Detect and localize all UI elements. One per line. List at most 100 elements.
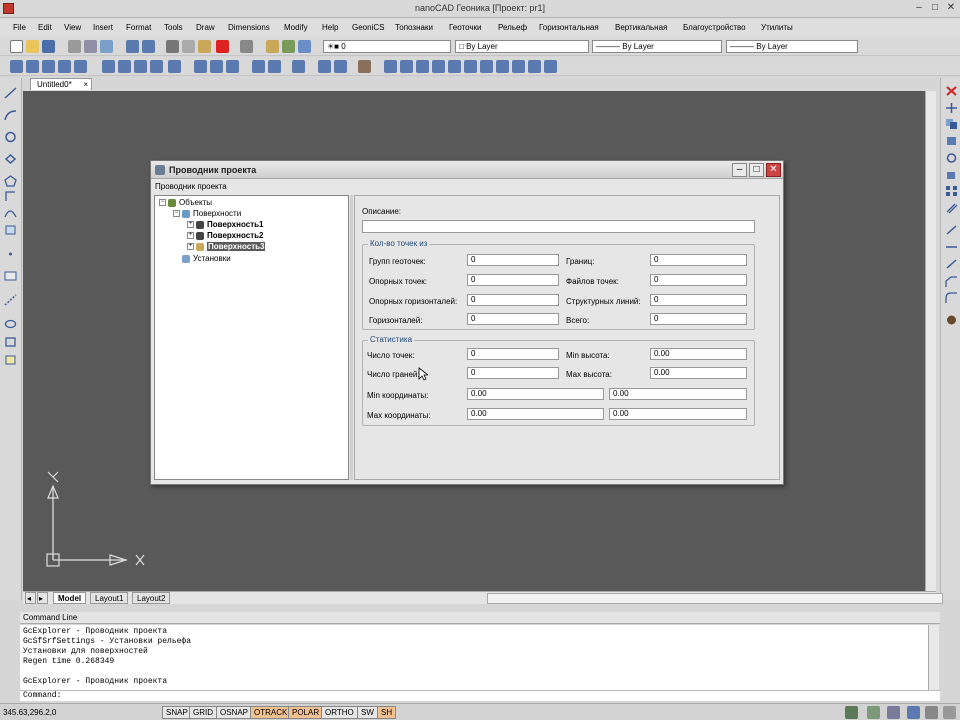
canvas-horizontal-scrollbar[interactable] [487,593,943,604]
copy-icon[interactable] [182,40,195,53]
min-x-value[interactable]: 0.00 [467,388,604,400]
tray-workspace-icon[interactable] [907,706,920,719]
tray-model-icon[interactable] [845,706,858,719]
collapse-icon[interactable]: − [173,210,180,218]
mirror-icon[interactable] [945,135,958,147]
control-points-value[interactable]: 0 [467,274,559,286]
publish-icon[interactable] [100,40,113,53]
ortho-toggle[interactable]: ORTHO [321,706,358,719]
expand-icon[interactable]: + [187,243,194,251]
min-elevation-value[interactable]: 0.00 [650,348,747,360]
offset-icon[interactable] [945,202,958,214]
menu-landscaping[interactable]: Благоустройство [683,23,746,32]
dialog-title-bar[interactable]: Проводник проекта – □ ✕ [151,161,783,179]
dimension-update-icon[interactable] [292,60,305,73]
layer-combo[interactable]: ☀■ 0 [323,40,451,53]
tab-model[interactable]: Model [53,592,87,604]
tray-annotation-icon[interactable] [887,706,900,719]
pane-splitter[interactable] [350,195,353,480]
menu-help[interactable]: Help [322,23,338,32]
geo-point-filter-icon[interactable] [496,60,509,73]
menu-dimensions[interactable]: Dimensions [228,23,270,32]
undo-icon[interactable] [126,40,139,53]
control-contours-value[interactable]: 0 [467,294,559,306]
tree-node-surface1[interactable]: + Поверхность1 [187,220,263,230]
dimension-diameter-icon[interactable] [102,60,115,73]
rectangle-icon[interactable] [4,153,17,165]
point-count-value[interactable]: 0 [467,348,559,360]
menu-draw[interactable]: Draw [196,23,215,32]
tab-layout2[interactable]: Layout2 [132,592,171,604]
wipeout-icon[interactable] [4,354,17,366]
menu-edit[interactable]: Edit [38,23,52,32]
tree-node-surfaces[interactable]: − Поверхности [173,209,241,219]
open-icon[interactable] [26,40,39,53]
close-tab-icon[interactable]: × [83,79,88,90]
leader-icon[interactable] [210,60,223,73]
command-input[interactable]: Command: [20,690,940,701]
tab-scroll-right-icon[interactable]: ▸ [37,592,48,604]
hatch-icon[interactable] [4,224,17,236]
sh-toggle[interactable]: SH [377,706,397,719]
erase-icon[interactable] [216,40,229,53]
trim-icon[interactable] [945,224,958,236]
fillet-icon[interactable] [945,292,958,304]
dimension-text-edit-icon[interactable] [268,60,281,73]
chamfer-icon[interactable] [945,276,958,288]
breaklines-value[interactable]: 0 [650,294,747,306]
expand-icon[interactable]: + [187,232,194,240]
match-properties-icon[interactable] [240,40,253,53]
boundaries-value[interactable]: 0 [650,254,747,266]
tray-fullscreen-icon[interactable] [943,706,956,719]
cut-icon[interactable] [166,40,179,53]
color-combo[interactable]: □ By Layer [455,40,589,53]
menu-topoznaki[interactable]: Топознаки [395,23,433,32]
dialog-maximize-button[interactable]: □ [749,163,764,177]
menu-file[interactable]: File [13,23,26,32]
canvas-vertical-scrollbar[interactable] [925,91,936,591]
maximize-button[interactable]: □ [928,2,942,15]
max-x-value[interactable]: 0.00 [467,408,604,420]
osnap-toggle[interactable]: OSNAP [216,706,253,719]
surface-edit-icon[interactable] [528,60,541,73]
grid-toggle[interactable]: GRID [189,706,217,719]
erase-tool-icon[interactable] [945,85,958,97]
tolerance-icon[interactable] [194,60,207,73]
polar-toggle[interactable]: POLAR [288,706,324,719]
print-icon[interactable] [68,40,81,53]
dimension-radius-icon[interactable] [74,60,87,73]
redo-icon[interactable] [142,40,155,53]
face-count-value[interactable]: 0 [467,367,559,379]
menu-horizontal[interactable]: Горизонтальная [539,23,599,32]
menu-format[interactable]: Format [126,23,151,32]
scale-icon[interactable] [945,169,958,181]
sw-toggle[interactable]: SW [357,706,378,719]
total-value[interactable]: 0 [650,313,747,325]
dialog-minimize-button[interactable]: – [732,163,747,177]
lineweight-combo[interactable]: ——— By Layer [726,40,858,53]
polygon-icon[interactable] [4,175,17,187]
dimension-angular-icon[interactable] [42,60,55,73]
measure-icon[interactable] [4,294,17,306]
new-icon[interactable] [10,40,23,53]
dimension-linear-icon[interactable] [10,60,23,73]
geo-point-export-icon[interactable] [448,60,461,73]
geo-point-label-icon[interactable] [464,60,477,73]
dialog-menu[interactable]: Проводник проекта [151,180,783,194]
max-elevation-value[interactable]: 0.00 [650,367,747,379]
explode-icon[interactable] [945,314,958,326]
menu-view[interactable]: View [64,23,81,32]
geo-point-groups-value[interactable]: 0 [467,254,559,266]
collapse-icon[interactable]: − [159,199,166,207]
copy-tool-icon[interactable] [945,118,958,130]
dimension-baseline-icon[interactable] [168,60,181,73]
print-preview-icon[interactable] [84,40,97,53]
tree-node-settings[interactable]: Установки [173,254,231,264]
dimension-override-icon[interactable] [334,60,347,73]
circle-icon[interactable] [4,131,17,143]
polyline-icon[interactable] [4,109,17,121]
geo-point-list-icon[interactable] [416,60,429,73]
break-icon[interactable] [945,258,958,270]
dimension-continue-icon[interactable] [150,60,163,73]
menu-insert[interactable]: Insert [93,23,113,32]
